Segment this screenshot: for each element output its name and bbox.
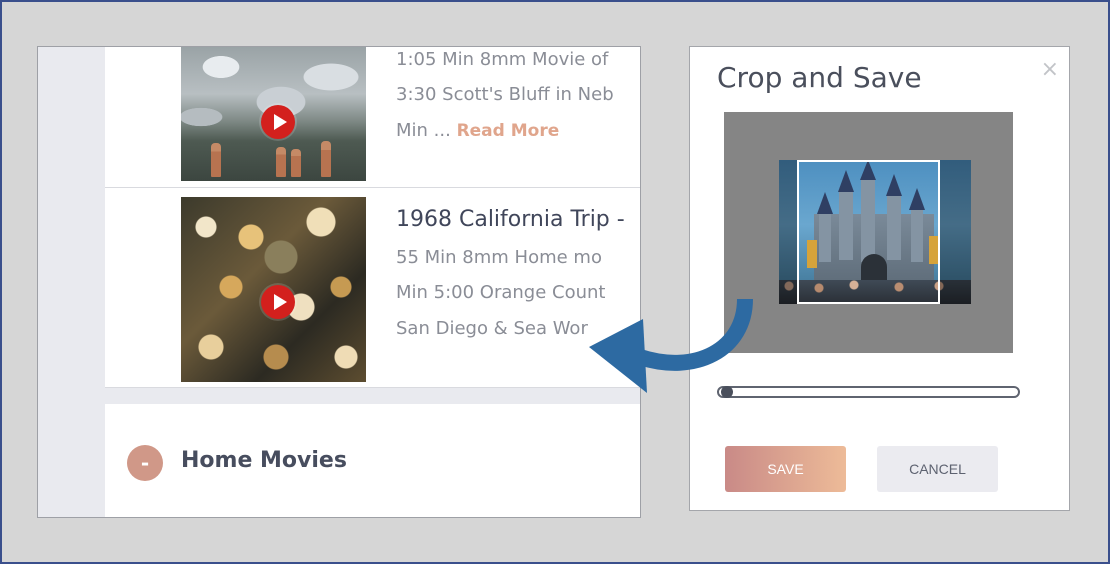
crop-shade (779, 160, 797, 304)
person-figure (276, 147, 286, 177)
close-icon[interactable]: × (1041, 57, 1059, 82)
collapse-toggle-icon[interactable]: - (127, 445, 163, 481)
section-header[interactable]: - Home Movies (105, 404, 640, 517)
play-icon[interactable] (261, 105, 295, 139)
video-description: 1:05 Min 8mm Movie of (396, 49, 609, 70)
description-text: Min ... (396, 120, 457, 141)
crop-canvas[interactable] (724, 112, 1013, 353)
crop-selection-box[interactable] (797, 160, 940, 304)
cancel-button[interactable]: CANCEL (877, 446, 998, 492)
video-row: 1968 California Trip - 55 Min 8mm Home m… (105, 188, 640, 388)
save-button[interactable]: SAVE (725, 446, 846, 492)
video-description: Min 5:00 Orange Count (396, 282, 606, 303)
video-description: 55 Min 8mm Home mo (396, 247, 602, 268)
dialog-title: Crop and Save (717, 61, 922, 94)
video-thumbnail[interactable] (181, 197, 366, 382)
video-list-panel: 1:05 Min 8mm Movie of 3:30 Scott's Bluff… (37, 46, 641, 518)
zoom-slider[interactable] (717, 386, 1020, 398)
play-icon[interactable] (261, 285, 295, 319)
video-list: 1:05 Min 8mm Movie of 3:30 Scott's Bluff… (105, 47, 640, 517)
video-thumbnail[interactable] (181, 47, 366, 181)
section-title[interactable]: Home Movies (181, 448, 347, 473)
curved-arrow-icon (589, 298, 753, 393)
video-row: 1:05 Min 8mm Movie of 3:30 Scott's Bluff… (105, 47, 640, 188)
read-more-link[interactable]: Read More (457, 121, 560, 141)
crop-shade (940, 160, 971, 304)
video-description: Min ... Read More (396, 120, 559, 141)
person-figure (291, 149, 301, 177)
person-figure (211, 143, 221, 177)
video-description: San Diego & Sea Wor (396, 318, 588, 339)
person-figure (321, 141, 331, 177)
video-title[interactable]: 1968 California Trip - (396, 207, 625, 232)
crop-image (779, 160, 971, 304)
section-divider (105, 388, 640, 404)
crop-save-dialog: Crop and Save × SAVE CANCEL (689, 46, 1070, 511)
video-description: 3:30 Scott's Bluff in Neb (396, 84, 614, 105)
